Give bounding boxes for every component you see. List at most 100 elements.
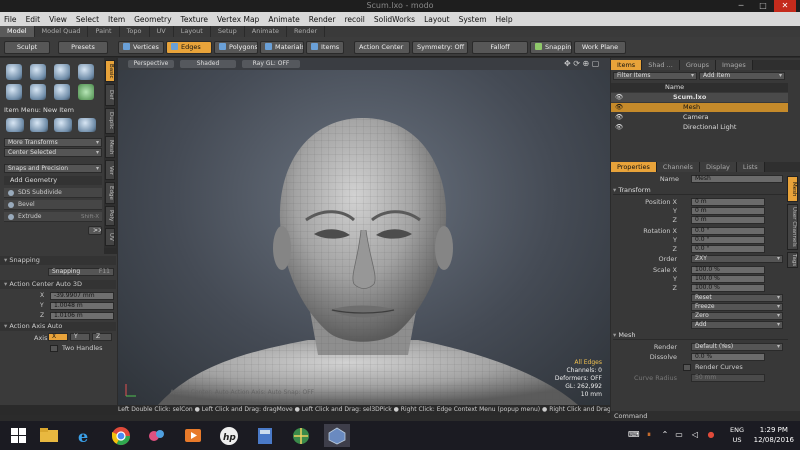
vertices-mode-button[interactable]: Vertices [118,41,164,54]
move-icon[interactable] [6,118,24,132]
minimize-button[interactable]: ─ [730,0,752,12]
eye-icon[interactable]: 👁 [615,103,623,112]
torus-icon[interactable] [30,84,46,100]
more-transforms-dropdown[interactable]: More Transforms [4,138,102,147]
menu-select[interactable]: Select [76,15,99,24]
sphere-icon[interactable] [30,64,46,80]
tab-lists[interactable]: Lists [736,162,765,172]
vtab-user-channels[interactable]: User Channels [787,204,798,250]
presets-button[interactable]: Presets [58,41,108,54]
tab-layout[interactable]: Layout [174,26,211,37]
action-center-section[interactable]: Action Center Auto 3D [0,280,116,289]
scale-x-field[interactable]: 100.0 % [691,266,765,274]
vtab-uv[interactable]: UV [105,228,115,246]
calculator-icon[interactable] [252,424,278,447]
vtab-def[interactable]: Def [105,84,115,106]
hp-icon[interactable]: hp [216,424,242,447]
rotation-x-field[interactable]: 0.0 ° [691,227,765,235]
falloff-dropdown[interactable]: Falloff [472,41,528,54]
viewport-nav-icons[interactable]: ✥ ⟳ ⊕ ▢ [564,59,599,68]
menu-view[interactable]: View [49,15,67,24]
cone-icon[interactable] [78,64,94,80]
filter-items-dropdown[interactable]: Filter Items [613,72,697,80]
rotation-z-field[interactable]: 0.0 ° [691,245,765,253]
tab-images[interactable]: Images [716,60,753,70]
action-axis-section[interactable]: Action Axis Auto [0,322,116,331]
eye-icon[interactable]: 👁 [615,113,623,122]
tab-uv[interactable]: UV [150,26,174,37]
menu-help[interactable]: Help [496,15,513,24]
bevel-button[interactable]: Bevel [4,200,102,210]
center-selected-dropdown[interactable]: Center Selected [4,148,102,157]
cylinder-icon[interactable] [54,64,70,80]
start-button[interactable] [6,424,32,447]
tab-channels[interactable]: Channels [656,162,700,172]
internet-explorer-icon[interactable]: e [72,424,98,447]
position-z-field[interactable]: 0 m [691,216,765,224]
sculpt-button[interactable]: Sculpt [4,41,50,54]
add-geometry-header[interactable]: Add Geometry [4,176,102,185]
menu-geometry[interactable]: Geometry [134,15,171,24]
scale-z-field[interactable]: 100.0 % [691,284,765,292]
snapping-toggle[interactable]: Snapping F11 [48,268,114,276]
cube-icon[interactable] [6,64,22,80]
position-x-field[interactable]: 0 m [691,198,765,206]
render-dropdown[interactable]: Default (Yes) [691,343,783,351]
maximize-button[interactable]: □ [752,0,774,12]
network-icon[interactable]: ▭ [674,430,684,440]
rotation-order-dropdown[interactable]: ZXY [691,255,783,263]
transform-section[interactable]: Transform [613,186,788,195]
items-mode-button[interactable]: Items [306,41,344,54]
dissolve-field[interactable]: 0.0 % [691,353,765,361]
show-hidden-icons[interactable]: ⌃ [660,430,670,440]
symmetry-dropdown[interactable]: Symmetry: Off [412,41,468,54]
vtab-basic[interactable]: Basic [105,60,115,82]
menu-file[interactable]: File [4,15,17,24]
menu-item[interactable]: Item [108,15,125,24]
tree-row-light[interactable]: 👁 Directional Light [611,123,788,132]
tab-model-quad[interactable]: Model Quad [35,26,89,37]
file-explorer-icon[interactable] [36,424,62,447]
mesh-section[interactable]: Mesh [613,331,788,340]
3d-viewport[interactable]: Perspective Shaded Ray GL: OFF ✥ ⟳ ⊕ ▢ A… [118,58,610,405]
scale-y-field[interactable]: 100.0 % [691,275,765,283]
volume-icon[interactable]: ◁ [690,430,700,440]
capsule-icon[interactable] [6,84,22,100]
tab-shader[interactable]: Shad ... [642,60,680,70]
tab-animate[interactable]: Animate [245,26,288,37]
snaps-precision-dropdown[interactable]: Snaps and Precision [4,164,102,173]
keyboard-icon[interactable]: ⌨ [628,430,640,440]
globe-app-icon[interactable] [288,424,314,447]
tree-row-scene[interactable]: 👁 Scum.lxo [611,93,788,102]
language-indicator[interactable]: ENG US [730,425,744,445]
two-handles-checkbox[interactable] [50,345,58,352]
vtab-tags[interactable]: Tags [787,252,798,268]
menu-vertex-map[interactable]: Vertex Map [217,15,259,24]
snapping-button[interactable]: Snapping [530,41,572,54]
polygons-mode-button[interactable]: Polygons [214,41,258,54]
tab-paint[interactable]: Paint [88,26,120,37]
tab-groups[interactable]: Groups [679,60,716,70]
modo-taskbar-icon[interactable] [324,424,350,447]
tab-display[interactable]: Display [699,162,737,172]
menu-recoil[interactable]: recoil [344,15,364,24]
freeze-dropdown[interactable]: Freeze [691,303,783,311]
tab-items[interactable]: Items [611,60,643,70]
curve-radius-field[interactable]: 50 mm [691,374,765,382]
rotate-icon[interactable] [30,118,48,132]
tab-model[interactable]: Model [0,26,35,37]
snapping-section[interactable]: Snapping [0,256,116,265]
more-tools-button[interactable]: >> [88,226,102,235]
menu-edit[interactable]: Edit [26,15,41,24]
edges-mode-button[interactable]: Edges [166,41,212,54]
work-plane-button[interactable]: Work Plane [574,41,626,54]
extrude-button[interactable]: Extrude Shift-X [4,212,102,222]
menu-system[interactable]: System [459,15,487,24]
shading-button[interactable]: Shaded [180,60,236,68]
view-type-button[interactable]: Perspective [128,60,174,68]
menu-render[interactable]: Render [309,15,336,24]
command-bar[interactable]: Command [611,411,800,421]
add-item-dropdown[interactable]: Add Item [699,72,785,80]
axis-z-button[interactable]: Z [92,333,112,341]
tab-render[interactable]: Render [287,26,326,37]
